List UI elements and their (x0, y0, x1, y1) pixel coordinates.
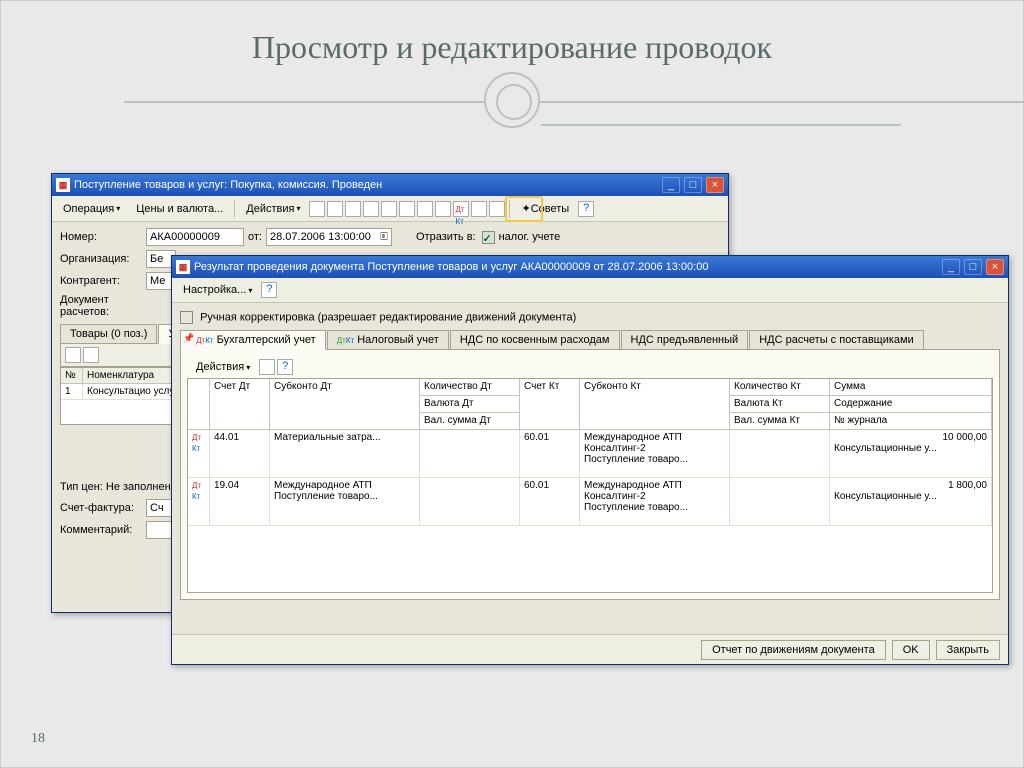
tool-icon[interactable] (489, 201, 505, 217)
tool-icon[interactable] (381, 201, 397, 217)
close-button[interactable]: Закрыть (936, 640, 1000, 660)
minimize-button[interactable]: _ (662, 177, 680, 193)
ok-button[interactable]: OK (892, 640, 930, 660)
tab-vat-indirect[interactable]: НДС по косвенным расходам (450, 330, 620, 349)
help-icon[interactable]: ? (578, 201, 594, 217)
tab-vat-suppliers[interactable]: НДС расчеты с поставщиками (749, 330, 924, 349)
app-icon: ▦ (56, 178, 70, 192)
date-field[interactable]: 28.07.2006 13:00:00🗉 (266, 228, 392, 246)
ornament-icon (484, 72, 540, 128)
titlebar[interactable]: ▦ Поступление товаров и услуг: Покупка, … (52, 174, 728, 196)
window-title: Результат проведения документа Поступлен… (194, 261, 708, 273)
minimize-button[interactable]: _ (942, 259, 960, 275)
operation-menu[interactable]: Операция▾ (56, 200, 127, 218)
tool-icon[interactable] (83, 347, 99, 363)
table-row[interactable]: ДтКт 19.04 Международное АТП Поступление… (188, 478, 992, 526)
tips-button[interactable]: ✦ Советы (514, 199, 576, 218)
docrash-label: Документ расчетов: (60, 294, 146, 318)
window-title: Поступление товаров и услуг: Покупка, ко… (74, 179, 382, 191)
tool-icon[interactable] (471, 201, 487, 217)
tax-checkbox[interactable]: ✓ (482, 231, 495, 244)
toolbar: Операция▾ Цены и валюта... Действия▾ ДтК… (52, 196, 728, 222)
help-icon[interactable]: ? (261, 282, 277, 298)
app-icon: ▦ (176, 260, 190, 274)
tool-icon[interactable] (399, 201, 415, 217)
titlebar[interactable]: ▦ Результат проведения документа Поступл… (172, 256, 1008, 278)
tool-icon[interactable] (309, 201, 325, 217)
tab-vat-presented[interactable]: НДС предъявленный (621, 330, 749, 349)
tab-tax[interactable]: ДтКт Налоговый учет (327, 330, 449, 349)
manual-checkbox[interactable] (180, 311, 193, 324)
tool-icon[interactable] (65, 347, 81, 363)
tool-icon[interactable] (417, 201, 433, 217)
dtkt-icon[interactable]: ДтКт (453, 201, 469, 217)
maximize-button[interactable]: □ (964, 259, 982, 275)
maximize-button[interactable]: □ (684, 177, 702, 193)
number-field[interactable]: АКА00000009 (146, 228, 244, 246)
tab-goods[interactable]: Товары (0 поз.) (60, 324, 157, 343)
table-row[interactable]: ДтКт 44.01 Материальные затра... 60.01 М… (188, 430, 992, 478)
number-label: Номер: (60, 231, 146, 243)
actions-menu[interactable]: Действия▾ (239, 200, 307, 218)
result-window: ▦ Результат проведения документа Поступл… (171, 255, 1009, 665)
org-label: Организация: (60, 253, 146, 265)
settings-menu[interactable]: Настройка...▾ (176, 281, 259, 299)
close-button[interactable]: × (986, 259, 1004, 275)
report-button[interactable]: Отчет по движениям документа (701, 640, 886, 660)
contractor-label: Контрагент: (60, 275, 146, 287)
actions-menu[interactable]: Действия▾ (189, 358, 257, 376)
tool-icon[interactable] (345, 201, 361, 217)
slide-title: Просмотр и редактирование проводок (1, 1, 1023, 66)
tool-icon[interactable] (327, 201, 343, 217)
help-icon[interactable]: ? (277, 359, 293, 375)
prices-button[interactable]: Цены и валюта... (129, 200, 230, 218)
page-number: 18 (31, 731, 45, 747)
tab-accounting[interactable]: 📌 ДтКт Бухгалтерский учет (180, 330, 326, 350)
tool-icon[interactable] (259, 359, 275, 375)
tool-icon[interactable] (363, 201, 379, 217)
close-button[interactable]: × (706, 177, 724, 193)
tool-icon[interactable] (435, 201, 451, 217)
